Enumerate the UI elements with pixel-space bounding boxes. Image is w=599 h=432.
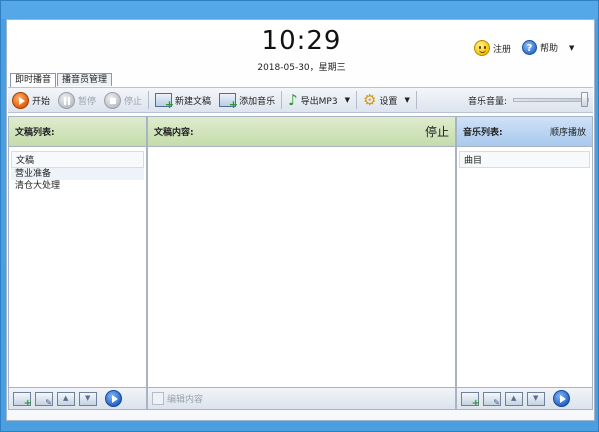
volume-control: 音乐音量: <box>467 92 593 107</box>
music-list-pane: 音乐列表: 顺序播放 曲目 <box>456 116 593 388</box>
add-music-button[interactable]: 添加音乐 <box>215 89 279 111</box>
play-music-icon[interactable] <box>553 390 570 407</box>
playback-status: 停止 <box>424 125 449 139</box>
play-mode-toggle[interactable]: 顺序播放 <box>550 125 586 138</box>
chevron-down-icon: ▼ <box>404 96 410 104</box>
list-item[interactable]: 营业准备 <box>11 168 144 180</box>
volume-slider-thumb[interactable] <box>581 92 588 107</box>
add-music-label: 添加音乐 <box>239 96 276 107</box>
add-music-icon <box>219 93 238 111</box>
toolbar: 开始 暂停 停止 新建文稿 添加音乐 ♪ 导出MP3 <box>8 87 593 113</box>
new-doc-button[interactable]: 新建文稿 <box>151 89 215 111</box>
music-list-header: 音乐列表: 顺序播放 <box>457 117 592 147</box>
new-doc-icon <box>155 93 174 111</box>
edit-content-label: 编辑内容 <box>167 395 204 405</box>
start-button[interactable]: 开始 <box>8 89 54 111</box>
doc-list-actions <box>8 388 147 410</box>
date-display: 2018-05-30，星期三 <box>257 63 346 73</box>
help-icon: ? <box>522 40 537 55</box>
pause-label: 暂停 <box>78 96 97 107</box>
move-up-icon[interactable] <box>505 391 523 406</box>
tab-live-broadcast[interactable]: 即时播音 <box>10 73 57 87</box>
add-music-icon[interactable] <box>461 391 480 409</box>
settings-button[interactable]: ⚙ 设置 ▼ <box>359 89 414 111</box>
main-client-area: 10:29 2018-05-30，星期三 注册 ? 帮助 ▼ 即时播音 播音员管… <box>6 19 595 421</box>
play-icon <box>12 91 29 109</box>
list-item[interactable]: 清仓大处理 <box>11 180 144 192</box>
gear-icon: ⚙ <box>362 90 377 109</box>
doc-list-pane: 文稿列表: 文稿 营业准备 清仓大处理 <box>8 116 147 388</box>
volume-slider[interactable] <box>513 92 589 107</box>
doc-content-header: 文稿内容: 停止 <box>148 117 455 147</box>
chevron-down-icon: ▼ <box>344 96 350 104</box>
status-strip <box>1 421 598 431</box>
start-label: 开始 <box>32 96 51 107</box>
doc-content-actions: 编辑内容 <box>147 388 456 410</box>
music-list-actions <box>456 388 593 410</box>
toolbar-divider <box>355 91 357 109</box>
chevron-down-icon: ▼ <box>569 43 575 52</box>
doc-content-area[interactable] <box>148 147 455 387</box>
stop-button[interactable]: 停止 <box>100 89 146 111</box>
move-up-icon[interactable] <box>57 391 75 406</box>
music-note-icon: ♪ <box>288 90 298 109</box>
title-bar[interactable] <box>1 1 598 19</box>
move-down-icon[interactable] <box>79 391 97 406</box>
toolbar-divider <box>415 91 417 109</box>
register-label: 注册 <box>493 44 512 55</box>
settings-label: 设置 <box>379 96 398 107</box>
tab-announcer-management[interactable]: 播音员管理 <box>57 73 113 86</box>
doc-list-header: 文稿列表: <box>9 117 146 147</box>
smile-icon <box>474 40 490 56</box>
stop-icon <box>104 91 122 109</box>
register-link[interactable]: 注册 <box>474 40 511 56</box>
pause-button[interactable]: 暂停 <box>54 89 100 111</box>
app-window: 10:29 2018-05-30，星期三 注册 ? 帮助 ▼ 即时播音 播音员管… <box>0 0 599 432</box>
export-mp3-label: 导出MP3 <box>300 96 338 107</box>
edit-content-button[interactable]: 编辑内容 <box>152 392 203 405</box>
music-list-title: 音乐列表: <box>463 128 503 138</box>
add-doc-icon[interactable] <box>13 391 32 409</box>
tab-bar: 即时播音 播音员管理 <box>10 73 113 87</box>
help-menu[interactable]: ? 帮助 ▼ <box>522 40 574 55</box>
help-label: 帮助 <box>540 44 559 54</box>
edit-doc-icon[interactable] <box>35 391 53 407</box>
new-doc-label: 新建文稿 <box>175 96 212 107</box>
doc-content-title: 文稿内容: <box>154 128 194 138</box>
music-list-column-header[interactable]: 曲目 <box>459 151 590 168</box>
doc-content-pane: 文稿内容: 停止 <box>147 116 456 388</box>
volume-label: 音乐音量: <box>467 96 507 107</box>
doc-list-column-header[interactable]: 文稿 <box>11 151 144 168</box>
document-icon <box>152 392 164 405</box>
toolbar-divider <box>148 91 150 109</box>
move-down-icon[interactable] <box>527 391 545 406</box>
play-doc-icon[interactable] <box>105 390 122 407</box>
edit-music-icon[interactable] <box>483 391 501 407</box>
pause-icon <box>58 91 76 109</box>
toolbar-divider <box>281 91 283 109</box>
export-mp3-button[interactable]: ♪ 导出MP3 ▼ <box>284 89 354 111</box>
stop-label: 停止 <box>124 96 143 107</box>
doc-list-title: 文稿列表: <box>15 128 55 138</box>
